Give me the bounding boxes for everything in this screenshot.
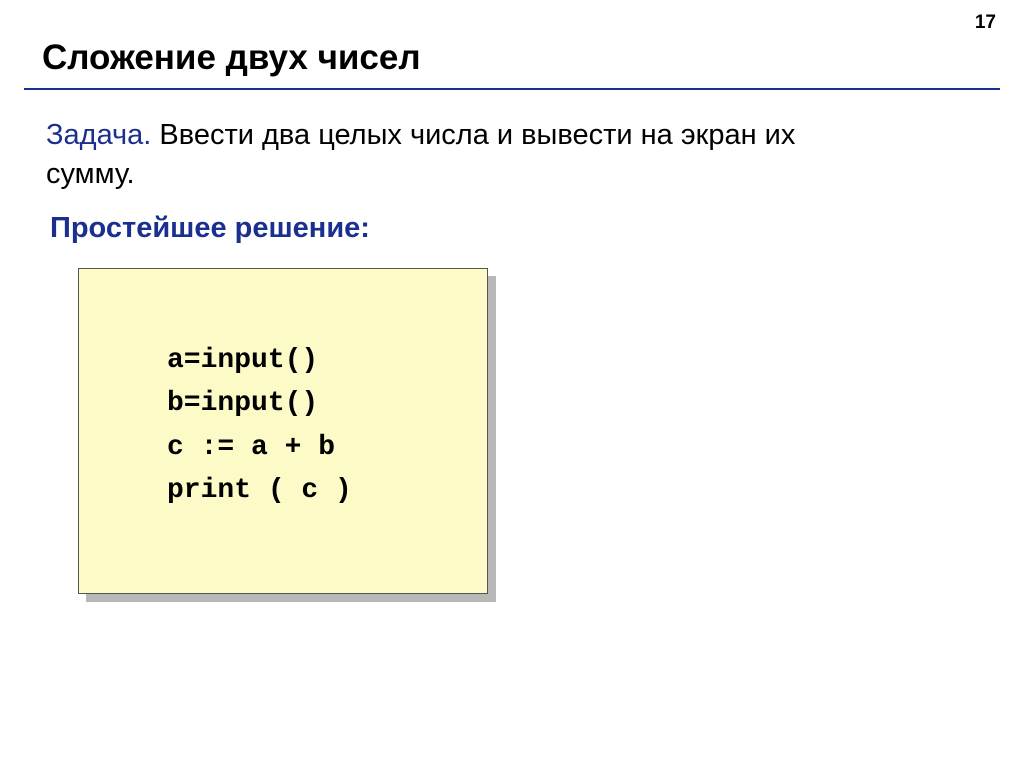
code-line-3: c := a + b bbox=[167, 426, 457, 469]
slide-title: Сложение двух чисел bbox=[42, 38, 421, 78]
solution-label: Простейшее решение: bbox=[50, 212, 370, 245]
task-block: Задача. Ввести два целых числа и вывести… bbox=[46, 116, 844, 194]
code-block: a=input() b=input() c := a + b print ( c… bbox=[78, 268, 488, 594]
task-label: Задача. bbox=[46, 119, 151, 151]
code-line-1: a=input() bbox=[167, 339, 457, 382]
page-number: 17 bbox=[975, 12, 996, 34]
code-line-2: b=input() bbox=[167, 382, 457, 425]
code-line-4: print ( c ) bbox=[167, 469, 457, 512]
task-text: Ввести два целых числа и вывести на экра… bbox=[46, 119, 795, 190]
title-underline bbox=[24, 88, 1000, 90]
